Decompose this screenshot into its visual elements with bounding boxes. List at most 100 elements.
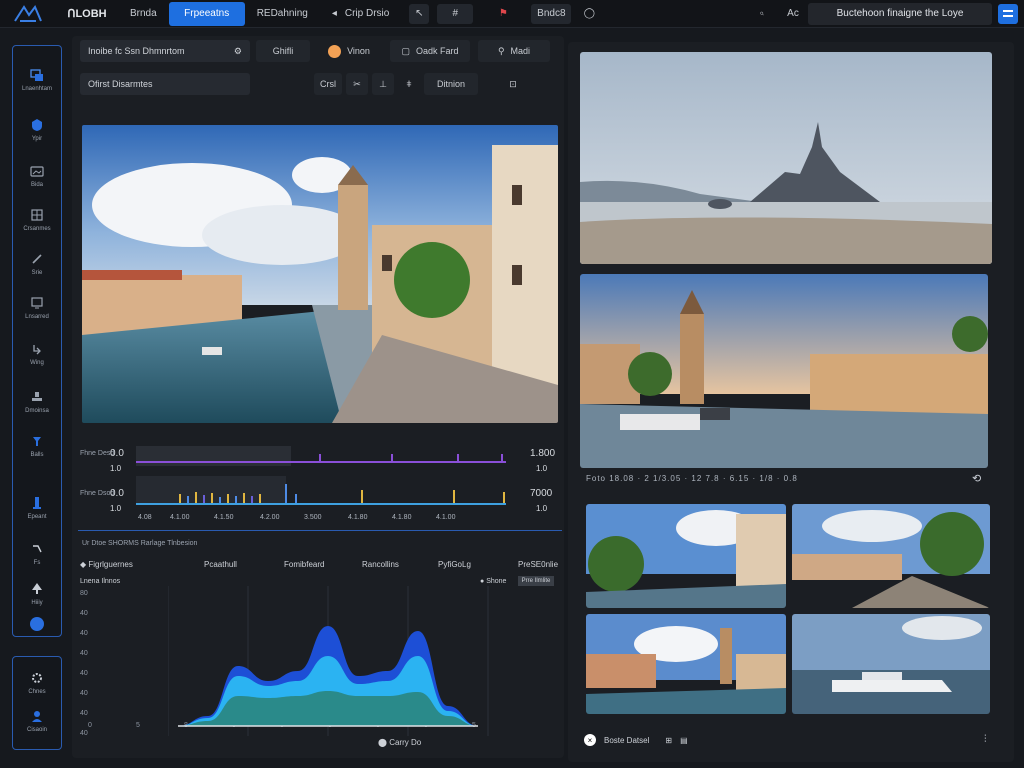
folder-icon xyxy=(30,69,43,81)
wave-value-right: 1.0 xyxy=(536,504,548,513)
file-field[interactable]: Inoibe fc Ssn Dhmnrtom ⚙ xyxy=(80,40,250,62)
gallery-footer: × Boste Datsel ⊞ ▤ xyxy=(584,734,688,746)
nav-item-brnda[interactable]: Brnda xyxy=(118,2,169,26)
chip-vinon[interactable]: Vinon xyxy=(316,40,382,62)
chip-oadk-fard[interactable]: ▢ Oadk Fard xyxy=(390,40,470,62)
nav-item-redahning[interactable]: REDahning xyxy=(245,2,320,26)
brush-icon xyxy=(32,254,42,264)
thumb-1-image xyxy=(586,504,786,608)
search-icon xyxy=(760,11,764,16)
legend-chip[interactable]: Prre Ilmlite xyxy=(518,576,554,586)
chip-crsl[interactable]: Crsl xyxy=(314,73,342,95)
ac-button[interactable]: Ac xyxy=(784,4,802,24)
chip-ditnion[interactable]: Ditnion xyxy=(424,73,478,95)
chart-footer-label: ⬤ Carry Do xyxy=(378,738,422,747)
rail-item-chnes[interactable]: Chnes xyxy=(13,671,61,695)
left-rail: Lnaenhtam Ypir Bida Crsanmes Srie Lnsarr… xyxy=(12,45,62,637)
wave-tick: 4.1.80 xyxy=(392,514,412,521)
rail-item-dmoinsa[interactable]: Dmoinsa xyxy=(13,390,61,414)
chip-madi[interactable]: ⚲ Madi xyxy=(478,40,550,62)
tower-icon xyxy=(33,497,41,509)
thumb-3[interactable] xyxy=(586,614,786,714)
thumb-4-image xyxy=(792,614,990,714)
select-field[interactable]: Ofirst Disarmtes xyxy=(80,73,250,95)
rail-item-fs[interactable]: Fs xyxy=(13,542,61,566)
rail-item-ypir[interactable]: Ypir xyxy=(13,118,61,142)
main-photo[interactable] xyxy=(82,125,558,423)
hash-button[interactable]: # xyxy=(437,3,474,24)
nav-item-frpeeatns[interactable]: Frpeeatns xyxy=(168,1,245,26)
pin-icon xyxy=(33,437,41,446)
top-bar: ꓵLOBH Brnda Frpeeatns REDahning ◂ Crip D… xyxy=(0,0,1024,28)
thumb-3-image xyxy=(586,614,786,714)
list-view-icon[interactable]: ▤ xyxy=(680,736,688,745)
legend-label-text: Shone xyxy=(486,578,507,585)
thumb-2-image xyxy=(792,504,990,608)
wave-value-right: 1.800 xyxy=(530,448,556,459)
close-circle-icon[interactable]: × xyxy=(584,734,596,746)
rail-item-epeant[interactable]: Epeant xyxy=(13,496,61,520)
column-header: PyfiGoLg xyxy=(438,560,471,569)
record-button[interactable]: ◯ xyxy=(579,4,599,24)
wave-value-right: 7000 xyxy=(530,488,553,499)
waveform-graph[interactable] xyxy=(136,446,512,516)
stamp-tool-button[interactable]: ⊥ xyxy=(372,73,394,95)
area-chart xyxy=(168,586,489,736)
wave-tick: 4.1.80 xyxy=(348,514,368,521)
mode-button[interactable]: Bndc8 xyxy=(531,3,572,24)
rail-item-srie[interactable]: Srie xyxy=(13,252,61,276)
crop-menu[interactable]: ◂ Crip Drsio xyxy=(320,2,401,26)
cursor-tool-button[interactable]: ↖ xyxy=(409,3,430,24)
thumb-2[interactable] xyxy=(792,504,990,608)
menu-toggle-button[interactable] xyxy=(998,3,1018,24)
scissors-button[interactable]: ✂ xyxy=(346,73,368,95)
thumb-1[interactable] xyxy=(586,504,786,608)
expand-icon[interactable]: ⟲ xyxy=(972,472,981,485)
download-icon xyxy=(33,345,41,355)
rail-label: Cisaoin xyxy=(26,727,47,733)
thumb-4[interactable] xyxy=(792,614,990,714)
rail-item-hiiiy[interactable]: Hiiiy xyxy=(13,582,61,606)
toolbar-row-2: Ofirst Disarmtes Crsl ✂ ⊥ ǂ Ditnion ⊡ xyxy=(80,73,524,95)
document-title-field[interactable]: Buctehoon finaigne the Loye xyxy=(808,2,992,25)
wave-value: 1.0 xyxy=(110,504,122,513)
rail-blue-dot-button[interactable] xyxy=(13,617,61,631)
chip-ghifli[interactable]: Ghifli xyxy=(256,40,310,62)
circle-icon: ◯ xyxy=(583,8,595,19)
chip-label: Madi xyxy=(510,46,531,56)
photo-canal-sunset[interactable] xyxy=(580,274,988,468)
user-icon xyxy=(32,711,42,722)
photo-abbey[interactable] xyxy=(580,52,992,264)
info-button[interactable]: ǂ xyxy=(398,73,420,95)
rail-item-cisaoin[interactable]: Cisaoin xyxy=(13,709,61,733)
gallery-footer-label: Boste Datsel xyxy=(604,735,650,745)
rail-item-lnaenhtam[interactable]: Lnaenhtam xyxy=(13,68,61,92)
wave-tick: 4.2.00 xyxy=(260,514,280,521)
bag-button[interactable]: ⊡ xyxy=(502,73,524,95)
wave-tick: 4.1.00 xyxy=(170,514,190,521)
info-icon: ǂ xyxy=(406,79,412,89)
magnifier-icon: ⚲ xyxy=(497,45,505,56)
column-header: PreSE0nlie xyxy=(518,560,559,569)
legend-label: ● Shone xyxy=(480,578,507,585)
cursor-icon: ↖ xyxy=(415,8,424,19)
rail-item-wing[interactable]: Wing xyxy=(13,342,61,366)
editor-panel: Inoibe fc Ssn Dhmnrtom ⚙ Ghifli Vinon ▢ … xyxy=(72,36,564,758)
app-logo xyxy=(0,0,56,28)
chip-label: Vinon xyxy=(347,46,370,56)
rail-label: Bida xyxy=(30,182,43,188)
rail-item-crsanmes[interactable]: Crsanmes xyxy=(13,208,61,232)
split-icon[interactable]: ⫶ xyxy=(984,734,987,745)
canal-image xyxy=(82,125,558,423)
y-tick-label: 40 xyxy=(80,610,88,617)
wave-tick: 4.08 xyxy=(138,514,152,521)
flag-button[interactable]: ⚑ xyxy=(493,4,513,24)
rail-item-balls[interactable]: Balls xyxy=(13,434,61,458)
wave-value: 1.0 xyxy=(110,464,122,473)
search-button[interactable] xyxy=(752,4,772,24)
shield-icon xyxy=(32,119,42,131)
rail-item-lnsarred[interactable]: Lnsarred xyxy=(13,296,61,320)
rail-item-bida[interactable]: Bida xyxy=(13,164,61,188)
grid-view-icon[interactable]: ⊞ xyxy=(665,736,672,745)
wave-value-right: 1.0 xyxy=(536,464,548,473)
